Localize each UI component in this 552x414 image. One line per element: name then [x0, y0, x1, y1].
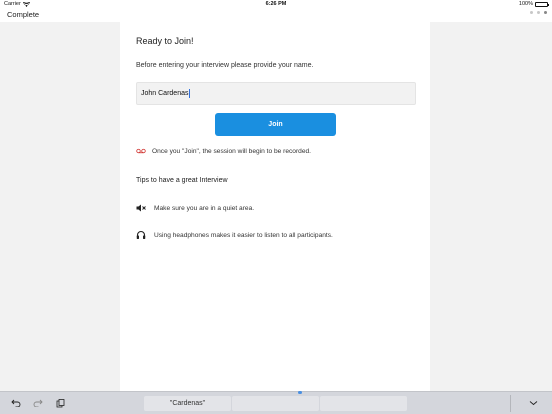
- status-bar: Carrier 6:26 PM 100%: [0, 0, 552, 9]
- keyboard-assistant-bar: "Cardenas": [0, 391, 552, 414]
- battery-info: 100%: [518, 1, 549, 7]
- right-margin-panel: [430, 22, 552, 391]
- undo-icon: [11, 399, 21, 407]
- name-input[interactable]: John Cardenas: [136, 82, 416, 105]
- headphones-icon: [136, 230, 146, 239]
- navigation-bar: Complete: [0, 9, 552, 22]
- page-dot: [530, 11, 533, 14]
- page-dot-active: [544, 11, 547, 14]
- keyboard-drag-handle[interactable]: [298, 391, 302, 394]
- text-caret: [188, 89, 190, 98]
- tip-item: Using headphones makes it easier to list…: [136, 230, 333, 240]
- keyboard-divider: [510, 395, 511, 412]
- chevron-down-icon: [529, 401, 537, 406]
- tip-item: Make sure you are in a quiet area.: [136, 203, 254, 213]
- battery-icon: [535, 1, 549, 7]
- suggestion-item[interactable]: [320, 396, 407, 411]
- suggestion-item[interactable]: "Cardenas": [144, 396, 231, 411]
- join-panel: Ready to Join! Before entering your inte…: [120, 22, 430, 391]
- suggestion-item[interactable]: [232, 396, 319, 411]
- speaker-muted-icon: [136, 204, 146, 212]
- redo-icon: [33, 399, 43, 407]
- voicemail-icon: [136, 148, 146, 154]
- paste-icon: [56, 398, 64, 407]
- left-margin-panel: [0, 22, 120, 391]
- tip-text: Make sure you are in a quiet area.: [154, 204, 255, 212]
- dismiss-keyboard-button[interactable]: [526, 397, 540, 409]
- tips-title: Tips to have a great Interview: [136, 177, 228, 184]
- undo-button[interactable]: [9, 397, 23, 409]
- battery-percent: 100%: [518, 1, 533, 7]
- page-title: Ready to Join!: [136, 36, 194, 46]
- redo-button[interactable]: [31, 397, 45, 409]
- page-indicator: [530, 11, 547, 14]
- join-button[interactable]: Join: [215, 113, 336, 136]
- name-instruction: Before entering your interview please pr…: [136, 62, 314, 69]
- status-time: 6:26 PM: [265, 1, 287, 7]
- tip-text: Using headphones makes it easier to list…: [154, 231, 333, 239]
- paste-button[interactable]: [53, 397, 67, 409]
- name-input-value: John Cardenas: [141, 90, 189, 97]
- recording-notice: Once you "Join", the session will begin …: [136, 146, 311, 156]
- page-dot: [537, 11, 540, 14]
- complete-button[interactable]: Complete: [7, 10, 39, 19]
- recording-notice-text: Once you "Join", the session will begin …: [152, 147, 311, 155]
